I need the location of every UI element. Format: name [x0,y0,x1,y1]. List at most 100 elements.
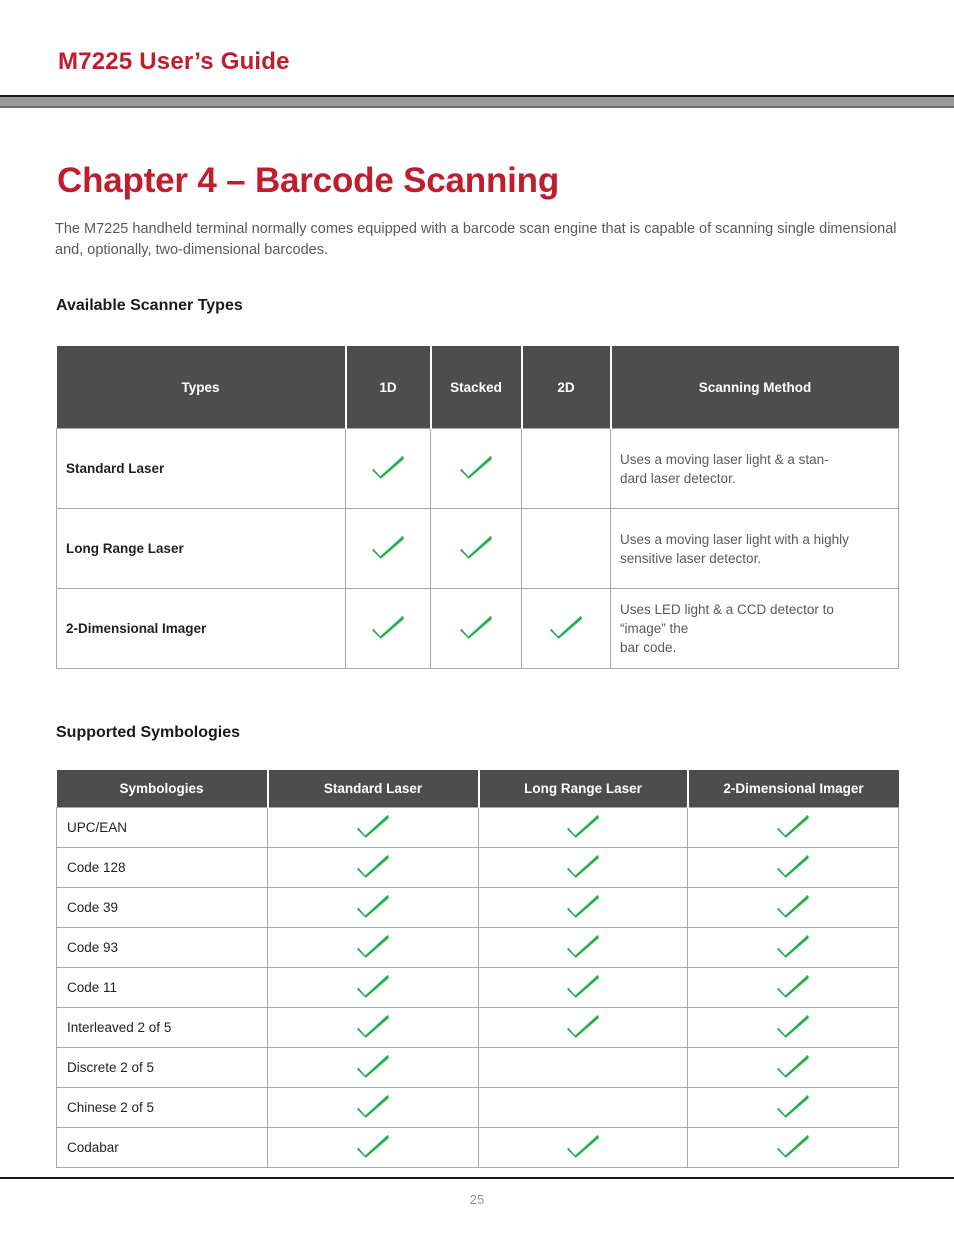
check-icon [356,1013,390,1039]
cell-1d-check [345,428,431,509]
cell-1d-check [345,508,431,589]
symbology-label: UPC/EAN [56,807,268,848]
check-icon [356,813,390,839]
check-icon [566,973,600,999]
scanner-type-label: 2-Dimensional Imager [56,588,346,669]
column-header-standard-laser: Standard Laser [266,770,480,808]
section-heading-available-scanner-types: Available Scanner Types [56,297,243,315]
scanner-type-label: Standard Laser [56,428,346,509]
check-icon [566,853,600,879]
cell-long-range-laser-check [478,887,688,928]
check-icon [549,614,583,640]
cell-long-range-laser-check [478,847,688,888]
cell-standard-laser-check [267,807,479,848]
table-row: UPC/EAN [56,807,899,848]
check-icon [776,1133,810,1159]
table-row: Chinese 2 of 5 [56,1087,899,1128]
chapter-intro-paragraph: The M7225 handheld terminal normally com… [55,220,897,258]
cell-2d-imager-check [687,1087,899,1128]
cell-2d-check [521,588,611,669]
cell-2d-imager-check [687,1047,899,1088]
check-icon [566,893,600,919]
cell-1d-check [345,588,431,669]
symbologies-table: Symbologies Standard Laser Long Range La… [56,770,899,1168]
table-row: Codabar [56,1127,899,1168]
symbology-label: Code 11 [56,967,268,1008]
check-icon [776,853,810,879]
column-header-stacked: Stacked [429,346,523,429]
check-icon [356,973,390,999]
column-header-scanning-method: Scanning Method [609,346,899,429]
check-icon [776,1093,810,1119]
cell-2d-imager-check [687,967,899,1008]
check-icon [566,1133,600,1159]
footer-divider [0,1177,954,1179]
method-line: sensitive laser detector. [620,550,762,566]
cell-stacked-check [430,588,522,669]
check-icon [356,933,390,959]
cell-long-range-laser-check [478,1087,688,1128]
method-line: Uses a moving laser light with a highly [620,531,849,547]
check-icon [371,454,405,480]
table-row: Long Range Laser Uses a moving laser ligh… [56,508,899,589]
check-icon [776,1013,810,1039]
cell-2d-imager-check [687,1127,899,1168]
check-icon [356,853,390,879]
cell-standard-laser-check [267,847,479,888]
cell-stacked-check [430,428,522,509]
cell-standard-laser-check [267,1127,479,1168]
table-row: Code 93 [56,927,899,968]
page-header: M7225 User’s Guide [0,0,954,108]
table-row: Code 11 [56,967,899,1008]
symbology-label: Chinese 2 of 5 [56,1087,268,1128]
cell-2d-imager-check [687,847,899,888]
cell-2d-imager-check [687,807,899,848]
page-number: 25 [469,1192,485,1207]
chapter-title: Chapter 4 – Barcode Scanning [57,161,560,201]
column-header-long-range-laser: Long Range Laser [477,770,689,808]
cell-standard-laser-check [267,967,479,1008]
section-heading-supported-symbologies: Supported Symbologies [56,724,241,742]
symbology-label: Discrete 2 of 5 [56,1047,268,1088]
cell-2d-check [521,428,611,509]
cell-long-range-laser-check [478,807,688,848]
table-row: Interleaved 2 of 5 [56,1007,899,1048]
check-icon [566,1013,600,1039]
cell-2d-check [521,508,611,589]
symbology-label: Codabar [56,1127,268,1168]
cell-standard-laser-check [267,927,479,968]
symbology-label: Interleaved 2 of 5 [56,1007,268,1048]
table-row: Code 39 [56,887,899,928]
check-icon [776,813,810,839]
table-row: Standard Laser Uses a moving laser light … [56,428,899,509]
symbology-label: Code 39 [56,887,268,928]
check-icon [776,973,810,999]
scanning-method-description: Uses LED light & a CCD detector to “image… [610,588,899,669]
method-line: bar code. [620,640,677,655]
check-icon [356,1093,390,1119]
check-icon [776,1053,810,1079]
symbology-label: Code 93 [56,927,268,968]
check-icon [371,534,405,560]
table-header-row: Types 1D Stacked 2D Scanning Method [56,346,899,429]
cell-standard-laser-check [267,1047,479,1088]
cell-stacked-check [430,508,522,589]
cell-2d-imager-check [687,887,899,928]
cell-2d-imager-check [687,1007,899,1048]
check-icon [459,614,493,640]
column-header-2-dimensional-imager: 2-Dimensional Imager [686,770,899,808]
method-line: “image” the [620,621,689,636]
check-icon [776,893,810,919]
cell-long-range-laser-check [478,927,688,968]
check-icon [356,1053,390,1079]
scanner-type-label: Long Range Laser [56,508,346,589]
document-title: M7225 User’s Guide [58,48,290,75]
method-line: dard laser detector. [620,470,736,486]
method-line: Uses a moving laser light & a stan- [620,451,829,467]
cell-2d-imager-check [687,927,899,968]
check-icon [776,933,810,959]
scanning-method-description: Uses a moving laser light & a stan-dard … [610,428,899,509]
symbology-label: Code 128 [56,847,268,888]
table-row: Discrete 2 of 5 [56,1047,899,1088]
table-row: 2-Dimensional Imager Uses LED light & a C… [56,588,899,669]
